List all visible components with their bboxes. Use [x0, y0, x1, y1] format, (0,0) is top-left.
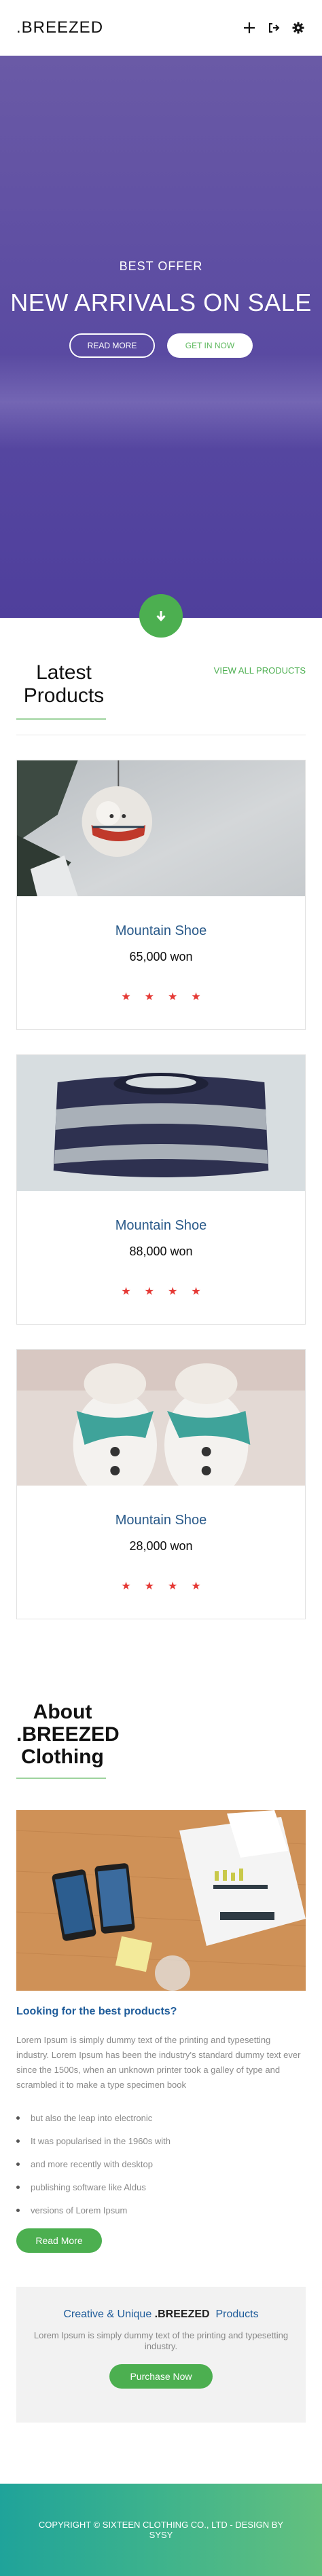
section-title: Latest Products — [16, 661, 111, 707]
callout-title-brand: .BREEZED — [154, 2308, 210, 2320]
copyright-text-line2: SYSY — [149, 2530, 173, 2540]
get-in-now-button[interactable]: GET IN NOW — [167, 333, 253, 358]
copyright-text: COPYRIGHT © SIXTEEN CLOTHING CO., LTD - … — [38, 2520, 284, 2530]
logo[interactable]: .BREEZED — [16, 18, 103, 37]
product-price: 88,000 won — [129, 1245, 193, 1258]
view-all-products-link[interactable]: VIEW ALL PRODUCTS — [214, 665, 306, 676]
about-list: but also the leap into electronic It was… — [16, 2106, 306, 2222]
hero-banner: BEST OFFER NEW ARRIVALS ON SALE READ MOR… — [0, 56, 322, 638]
hero-buttons: READ MORE GET IN NOW — [69, 333, 253, 358]
list-item: but also the leap into electronic — [16, 2106, 306, 2129]
rating-stars: ★ ★ ★ ★ — [121, 1285, 200, 1298]
star-icon: ★ — [168, 991, 178, 1003]
gear-icon[interactable] — [291, 20, 306, 35]
product-info: Mountain Shoe 88,000 won ★ ★ ★ ★ — [17, 1191, 305, 1324]
star-icon: ★ — [144, 1286, 154, 1298]
star-icon: ★ — [191, 1581, 201, 1592]
product-info: Mountain Shoe 65,000 won ★ ★ ★ ★ — [17, 896, 305, 1029]
list-item: versions of Lorem Ipsum — [16, 2198, 306, 2222]
read-more-button[interactable]: READ MORE — [69, 333, 155, 358]
product-name[interactable]: Mountain Shoe — [115, 1218, 207, 1234]
about-paragraph: Lorem Ipsum is simply dummy text of the … — [16, 2035, 301, 2090]
star-icon: ★ — [121, 1581, 131, 1592]
product-price: 28,000 won — [129, 1539, 193, 1553]
hero-title: NEW ARRIVALS ON SALE — [10, 289, 312, 316]
title-line: Clothing — [21, 1746, 104, 1768]
product-card[interactable]: Mountain Shoe 28,000 won ★ ★ ★ ★ — [16, 1349, 306, 1619]
purchase-now-button[interactable]: Purchase Now — [109, 2364, 213, 2389]
star-icon: ★ — [168, 1286, 178, 1298]
product-name[interactable]: Mountain Shoe — [115, 923, 207, 939]
purchase-callout: Creative & Unique .BREEZED Products Lore… — [16, 2287, 306, 2423]
star-icon: ★ — [168, 1581, 178, 1592]
callout-text: Lorem Ipsum is simply dummy text of the … — [33, 2330, 289, 2351]
desk-phones-image — [16, 1810, 306, 1991]
title-line: About — [33, 1701, 92, 1723]
sweater-image[interactable] — [17, 1055, 305, 1191]
product-card[interactable]: Mountain Shoe 88,000 won ★ ★ ★ ★ — [16, 1054, 306, 1325]
product-card[interactable]: Mountain Shoe 65,000 won ★ ★ ★ ★ — [16, 760, 306, 1030]
star-icon: ★ — [121, 991, 131, 1003]
callout-title-pre: Creative & Unique — [63, 2308, 155, 2320]
header-icons — [242, 20, 306, 35]
product-price: 65,000 won — [129, 950, 193, 963]
title-underline — [16, 1778, 106, 1779]
list-item: publishing software like Aldus — [16, 2175, 306, 2198]
hero-subtitle: BEST OFFER — [119, 259, 203, 273]
latest-products-section: VIEW ALL PRODUCTS Latest Products Mounta… — [0, 618, 322, 1619]
section-title: About .BREEZED Clothing — [16, 1701, 120, 1768]
arrow-down-icon — [156, 611, 166, 622]
callout-title: Creative & Unique .BREEZED Products — [63, 2308, 258, 2321]
title-underline — [16, 718, 106, 720]
callout-title-post: Products — [209, 2308, 259, 2320]
star-icon: ★ — [144, 991, 154, 1003]
rating-stars: ★ ★ ★ ★ — [121, 990, 200, 1004]
about-section: About .BREEZED Clothing Looking for the … — [0, 1619, 322, 2253]
sign-out-icon[interactable] — [266, 20, 281, 35]
about-question: Looking for the best products? — [16, 2006, 177, 2017]
snowmen-image[interactable] — [17, 1350, 305, 1486]
read-more-button[interactable]: Read More — [16, 2228, 102, 2253]
star-icon: ★ — [121, 1286, 131, 1298]
plus-icon[interactable] — [242, 20, 257, 35]
list-item: and more recently with desktop — [16, 2152, 306, 2175]
star-icon: ★ — [144, 1581, 154, 1592]
title-line: Products — [23, 684, 105, 707]
title-line: Latest — [36, 661, 92, 684]
star-icon: ★ — [191, 991, 201, 1003]
rating-stars: ★ ★ ★ ★ — [121, 1579, 200, 1593]
site-footer: COPYRIGHT © SIXTEEN CLOTHING CO., LTD - … — [0, 2484, 322, 2576]
product-name[interactable]: Mountain Shoe — [115, 1513, 207, 1528]
star-icon: ★ — [191, 1286, 201, 1298]
product-info: Mountain Shoe 28,000 won ★ ★ ★ ★ — [17, 1486, 305, 1619]
ornament-image[interactable] — [17, 760, 305, 896]
scroll-down-button[interactable] — [139, 594, 183, 638]
title-line: .BREEZED — [16, 1723, 120, 1746]
list-item: It was popularised in the 1960s with — [16, 2129, 306, 2152]
site-header: .BREEZED — [0, 0, 322, 56]
hero-background-blur — [0, 354, 322, 449]
